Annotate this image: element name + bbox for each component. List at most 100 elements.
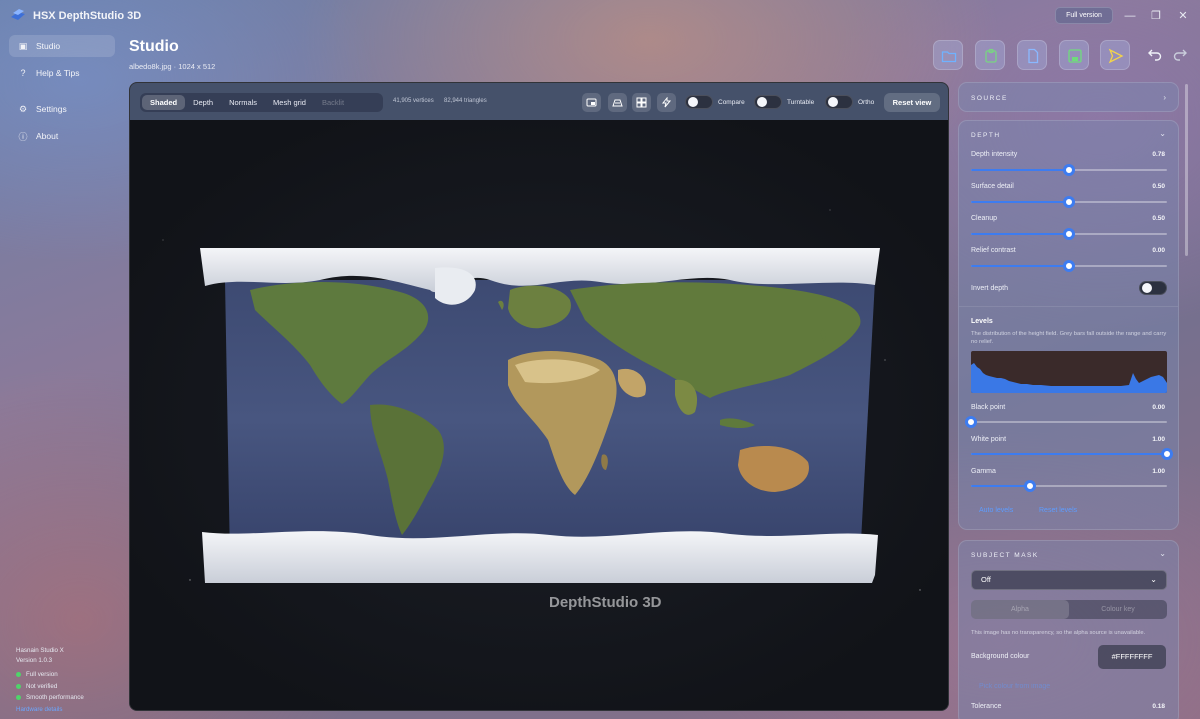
slider-thumb[interactable] — [1063, 196, 1075, 208]
subject-mask-panel: SUBJECT MASK ⌄ Off ⌄ Alpha Colour key Th… — [958, 540, 1179, 719]
ortho-label: Ortho — [858, 99, 875, 106]
relief-contrast-value: 0.00 — [1152, 247, 1165, 254]
chevron-right-icon[interactable]: › — [1163, 93, 1166, 102]
chevron-down-icon[interactable]: ⌄ — [1159, 129, 1166, 138]
invert-depth-label: Invert depth — [971, 285, 1008, 292]
black-point-label: Black point — [971, 404, 1006, 411]
slider-fill — [971, 485, 1030, 487]
white-point-slider[interactable] — [971, 448, 1173, 460]
status-item: Not verified — [16, 683, 57, 690]
mask-note: This image has no transparency, so the a… — [971, 630, 1146, 636]
slider-thumb[interactable] — [1063, 164, 1075, 176]
version-label: Version 1.0.3 — [16, 657, 53, 664]
ortho-toggle[interactable] — [825, 95, 853, 109]
depth-intensity-label: Depth intensity — [971, 151, 1018, 158]
surface-detail-slider[interactable] — [971, 196, 1167, 208]
full-version-button[interactable]: Full version — [1055, 7, 1113, 24]
slider-thumb[interactable] — [1063, 228, 1075, 240]
chevron-down-icon[interactable]: ⌄ — [1159, 549, 1166, 558]
image-icon: ▣ — [18, 40, 28, 51]
cleanup-slider[interactable] — [971, 228, 1167, 240]
mode-depth[interactable]: Depth — [185, 95, 221, 110]
reset-view-button[interactable]: Reset view — [884, 93, 940, 112]
tab-alpha[interactable]: Alpha — [971, 600, 1069, 619]
slider-thumb[interactable] — [965, 416, 977, 428]
auto-levels-link[interactable]: Auto levels — [979, 507, 1013, 514]
panel-title: DEPTH — [971, 132, 1001, 139]
paste-button[interactable] — [975, 40, 1005, 70]
file-name: albedo8k.jpg — [129, 62, 172, 71]
app-logo-icon — [11, 9, 25, 20]
relief-contrast-slider[interactable] — [971, 260, 1167, 272]
app-title: HSX DepthStudio 3D — [33, 10, 142, 22]
mode-backlit[interactable]: Backlit — [314, 95, 352, 110]
grid-icon — [636, 97, 647, 108]
slider-fill — [971, 201, 1069, 203]
gamma-slider[interactable] — [971, 480, 1167, 492]
mode-mesh-grid[interactable]: Mesh grid — [265, 95, 314, 110]
screenshot-icon — [586, 98, 597, 107]
panel-scrollbar[interactable] — [1185, 84, 1188, 256]
pick-colour-link[interactable]: Pick colour from image — [979, 683, 1050, 690]
new-document-button[interactable] — [1017, 40, 1047, 70]
invert-depth-toggle[interactable] — [1139, 281, 1167, 295]
tolerance-label: Tolerance — [971, 703, 1002, 710]
vertex-count: 41,905 vertices — [393, 98, 434, 104]
depth-intensity-slider[interactable] — [971, 164, 1167, 176]
viewer-toolbar: Shaded Depth Normals Mesh grid Backlit 4… — [130, 83, 948, 120]
sidebar-item-settings[interactable]: ⚙ Settings — [9, 98, 115, 120]
tab-colour-key[interactable]: Colour key — [1069, 600, 1167, 619]
reset-levels-link[interactable]: Reset levels — [1039, 507, 1077, 514]
close-icon[interactable]: ✕ — [1175, 8, 1191, 24]
export-button[interactable] — [1100, 40, 1130, 70]
mask-mode-select[interactable]: Off ⌄ — [971, 570, 1167, 590]
folder-icon — [941, 51, 957, 63]
company-name: Hasnain Studio X — [16, 647, 64, 654]
grid-button[interactable] — [632, 93, 651, 112]
redo-icon[interactable] — [1172, 46, 1188, 62]
watermark: DepthStudio 3D — [549, 594, 662, 611]
mode-shaded[interactable]: Shaded — [142, 95, 186, 110]
lighting-icon — [612, 99, 623, 107]
open-file-button[interactable] — [933, 40, 963, 70]
slider-fill — [971, 169, 1069, 171]
maximize-icon[interactable]: ❐ — [1148, 8, 1164, 24]
sidebar-item-studio[interactable]: ▣ Studio — [9, 35, 115, 57]
sidebar-item-help[interactable]: ? Help & Tips — [9, 62, 115, 84]
white-point-label: White point — [971, 436, 1007, 443]
viewport-panel: Shaded Depth Normals Mesh grid Backlit 4… — [129, 82, 949, 711]
depth-intensity-value: 0.78 — [1152, 151, 1165, 158]
status-item: Full version — [16, 671, 58, 678]
compare-label: Compare — [718, 99, 745, 106]
sidebar-item-label: Studio — [36, 41, 61, 51]
toggle-knob — [1142, 283, 1152, 293]
undo-icon[interactable] — [1147, 46, 1163, 62]
toggle-knob — [688, 97, 698, 107]
slider-thumb[interactable] — [1161, 448, 1173, 460]
minimize-icon[interactable]: — — [1122, 8, 1138, 24]
3d-viewport[interactable]: DepthStudio 3D — [130, 120, 948, 710]
black-point-slider[interactable] — [965, 416, 1167, 428]
slider-thumb[interactable] — [1023, 480, 1036, 492]
world-map-relief — [162, 209, 921, 591]
screenshot-button[interactable] — [582, 93, 601, 112]
sidebar-item-label: About — [36, 131, 59, 141]
compare-toggle[interactable] — [685, 95, 713, 109]
source-panel[interactable]: SOURCE › — [958, 82, 1179, 112]
page-title: Studio — [129, 38, 179, 55]
slider-fill — [971, 233, 1069, 235]
mask-mode-value: Off — [981, 575, 991, 584]
save-button[interactable] — [1059, 40, 1089, 70]
histogram-bars — [971, 363, 1167, 393]
mode-normals[interactable]: Normals — [221, 95, 265, 110]
question-icon: ? — [20, 68, 26, 78]
background-colour-label: Background colour — [971, 653, 1030, 660]
sidebar-item-about[interactable]: ⓘ About — [9, 125, 115, 147]
hardware-details-link[interactable]: Hardware details — [16, 706, 62, 713]
lighting-button[interactable] — [608, 93, 627, 112]
quick-action-button[interactable] — [657, 93, 676, 112]
turntable-toggle[interactable] — [754, 95, 782, 109]
lightning-icon — [661, 97, 672, 108]
background-colour-button[interactable]: #FFFFFFFF — [1098, 645, 1166, 669]
slider-thumb[interactable] — [1063, 260, 1075, 272]
